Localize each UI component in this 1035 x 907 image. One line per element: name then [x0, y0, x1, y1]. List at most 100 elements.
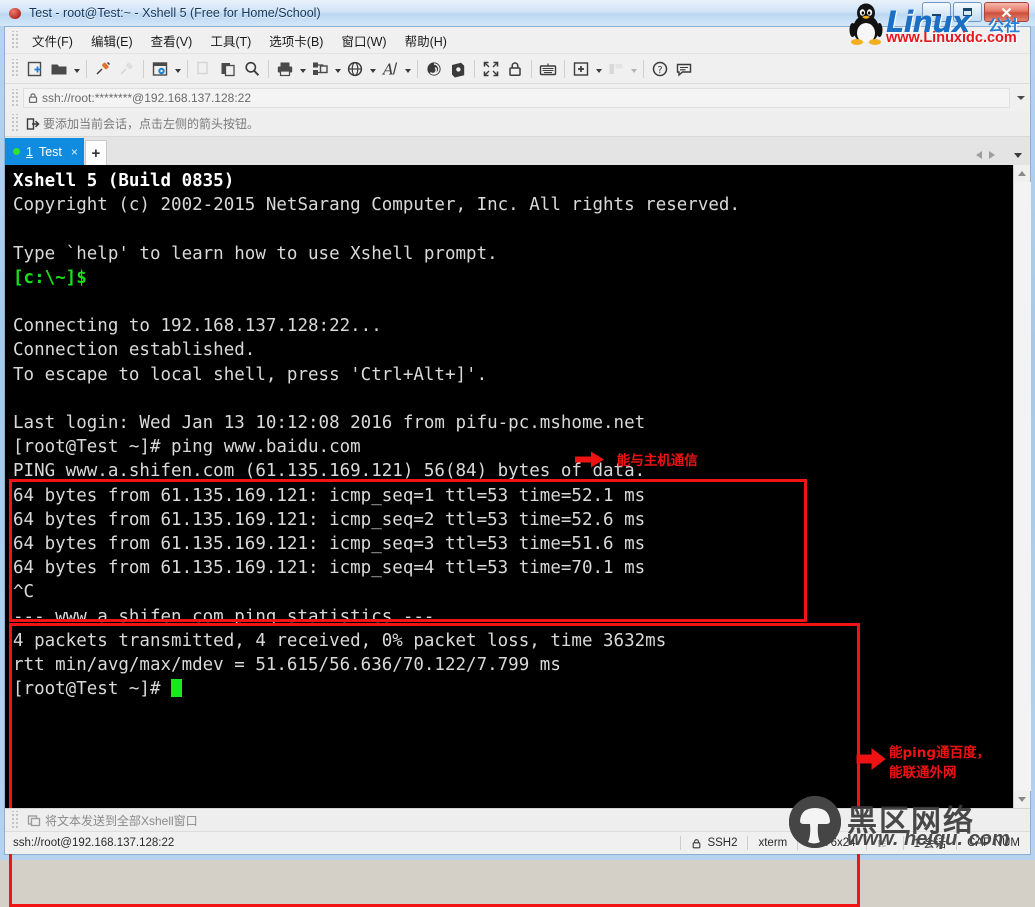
font-dropdown-icon[interactable]	[402, 58, 413, 80]
add-to-folder-icon[interactable]	[570, 58, 592, 80]
terminal-line: [root@Test ~]#	[13, 677, 1013, 701]
open-folder-dropdown-icon[interactable]	[71, 58, 82, 80]
titlebar[interactable]: Test - root@Test:~ - Xshell 5 (Free for …	[0, 0, 1035, 26]
status-session-count[interactable]: 1 会话	[904, 832, 957, 854]
toolbar-grip[interactable]	[10, 59, 19, 78]
terminal-line: [root@Test ~]# ping www.baidu.com	[13, 437, 361, 458]
svg-text:A: A	[381, 60, 394, 78]
chevron-left-icon[interactable]	[976, 151, 982, 159]
toolbar-separator	[86, 59, 87, 78]
help-icon[interactable]: ?	[649, 58, 671, 80]
fullscreen-icon[interactable]	[480, 58, 502, 80]
send-to-all-label: 将文本发送到全部Xshell窗口	[45, 813, 198, 828]
tab-status-indicator	[13, 148, 20, 155]
terminal-line: Copyright (c) 2002-2015 NetSarang Comput…	[13, 195, 740, 216]
toolbar-separator	[564, 59, 565, 78]
terminal-line: To escape to local shell, press 'Ctrl+Al…	[13, 364, 488, 385]
disconnect-icon[interactable]	[116, 58, 138, 80]
window-client-area: 文件(F) 编辑(E) 查看(V) 工具(T) 选项卡(B) 窗口(W) 帮助(…	[4, 26, 1031, 907]
tab-index: 1	[26, 144, 33, 159]
lock-icon[interactable]	[504, 58, 526, 80]
terminal-screen[interactable]: Xshell 5 (Build 0835) Copyright (c) 2002-…	[5, 165, 1013, 808]
xshell-window: Test - root@Test:~ - Xshell 5 (Free for …	[0, 0, 1035, 907]
terminal-line: 64 bytes from 61.135.169.121: icmp_seq=2…	[13, 509, 646, 530]
file-transfer-dropdown-icon[interactable]	[332, 58, 343, 80]
status-terminal-type[interactable]: xterm	[748, 832, 797, 854]
terminal-line: --- www.a.shifen.com ping statistics ---	[13, 606, 435, 627]
svg-text:?: ?	[657, 65, 662, 76]
maximize-button[interactable]	[953, 2, 982, 22]
transfer-icon	[878, 839, 886, 847]
resize-icon	[809, 838, 818, 847]
scrollbar-track[interactable]	[1013, 182, 1031, 791]
close-button[interactable]	[984, 2, 1029, 22]
status-protocol[interactable]: SSH2	[681, 832, 747, 854]
tab-test[interactable]: 1 Test ×	[5, 138, 84, 165]
open-folder-icon[interactable]	[48, 58, 70, 80]
menu-edit[interactable]: 编辑(E)	[82, 27, 142, 54]
toolbar-separator	[474, 59, 475, 78]
terminal-line: Connection established.	[13, 340, 256, 361]
status-size-label: 76x24	[824, 837, 856, 849]
tab-nav-controls	[976, 151, 1030, 165]
hint-bar: 要添加当前会话，点击左侧的箭头按钮。	[5, 111, 1030, 137]
menu-view[interactable]: 查看(V)	[142, 27, 202, 54]
toolbar-separator	[531, 59, 532, 78]
toolbar-separator	[187, 59, 188, 78]
menu-file[interactable]: 文件(F)	[23, 27, 82, 54]
menubar: 文件(F) 编辑(E) 查看(V) 工具(T) 选项卡(B) 窗口(W) 帮助(…	[5, 27, 1030, 54]
arrange-panes-dropdown-icon[interactable]	[628, 58, 639, 80]
status-protocol-label: SSH2	[707, 837, 738, 849]
copy-icon[interactable]	[193, 58, 215, 80]
search-icon[interactable]	[241, 58, 263, 80]
addressbar-grip[interactable]	[10, 88, 19, 108]
menu-window[interactable]: 窗口(W)	[332, 27, 395, 54]
globe-icon[interactable]	[344, 58, 366, 80]
file-transfer-icon[interactable]	[309, 58, 331, 80]
menubar-grip[interactable]	[10, 30, 19, 50]
scroll-up-icon[interactable]	[1014, 165, 1031, 182]
terminal-line: Last login: Wed Jan 13 10:12:08 2016 fro…	[13, 413, 646, 434]
minimize-button[interactable]	[922, 2, 951, 22]
print-dropdown-icon[interactable]	[297, 58, 308, 80]
globe-dropdown-icon[interactable]	[367, 58, 378, 80]
terminal-scrollbar[interactable]	[1013, 165, 1031, 808]
add-session-arrow-icon[interactable]	[23, 117, 43, 131]
hintbar-grip[interactable]	[10, 114, 19, 133]
script-box-icon[interactable]	[447, 58, 469, 80]
status-connection: ssh://root@192.168.137.128:22	[13, 837, 175, 849]
terminal-line: Xshell 5 (Build 0835)	[13, 171, 235, 191]
status-size[interactable]: 76x24	[798, 832, 865, 854]
window-controls[interactable]	[922, 2, 1029, 22]
paste-icon[interactable]	[217, 58, 239, 80]
status-transfer[interactable]	[867, 832, 903, 854]
connect-icon[interactable]	[92, 58, 114, 80]
arrange-panes-icon[interactable]	[605, 58, 627, 80]
print-icon[interactable]	[274, 58, 296, 80]
session-properties-dropdown-icon[interactable]	[172, 58, 183, 80]
add-to-folder-dropdown-icon[interactable]	[593, 58, 604, 80]
menu-tabs[interactable]: 选项卡(B)	[260, 27, 332, 54]
tab-close-icon[interactable]: ×	[71, 145, 78, 159]
speech-bubble-icon[interactable]	[673, 58, 695, 80]
keyboard-icon[interactable]	[537, 58, 559, 80]
terminal-line: ^C	[13, 582, 35, 603]
send-to-all-bar[interactable]: 将文本发送到全部Xshell窗口	[5, 808, 1030, 831]
address-input[interactable]: ssh://root:********@192.168.137.128:22	[23, 88, 1010, 108]
status-cells: SSH2 xterm 76x24 1 会话 CAP NUM	[680, 832, 1030, 854]
chevron-right-icon[interactable]	[989, 151, 995, 159]
spiral-shell-icon[interactable]	[423, 58, 445, 80]
font-icon[interactable]: A	[379, 58, 401, 80]
tab-list-chevron-down-icon[interactable]	[1014, 152, 1022, 158]
session-properties-icon[interactable]	[149, 58, 171, 80]
new-tab-button[interactable]: +	[84, 140, 107, 165]
terminal-line: Type `help' to learn how to use Xshell p…	[13, 243, 498, 264]
sendbar-grip[interactable]	[10, 810, 19, 830]
new-session-icon[interactable]	[24, 58, 46, 80]
chevron-down-icon[interactable]	[1012, 96, 1030, 100]
scroll-down-icon[interactable]	[1014, 791, 1031, 808]
menu-help[interactable]: 帮助(H)	[396, 27, 456, 54]
menu-tools[interactable]: 工具(T)	[201, 27, 260, 54]
